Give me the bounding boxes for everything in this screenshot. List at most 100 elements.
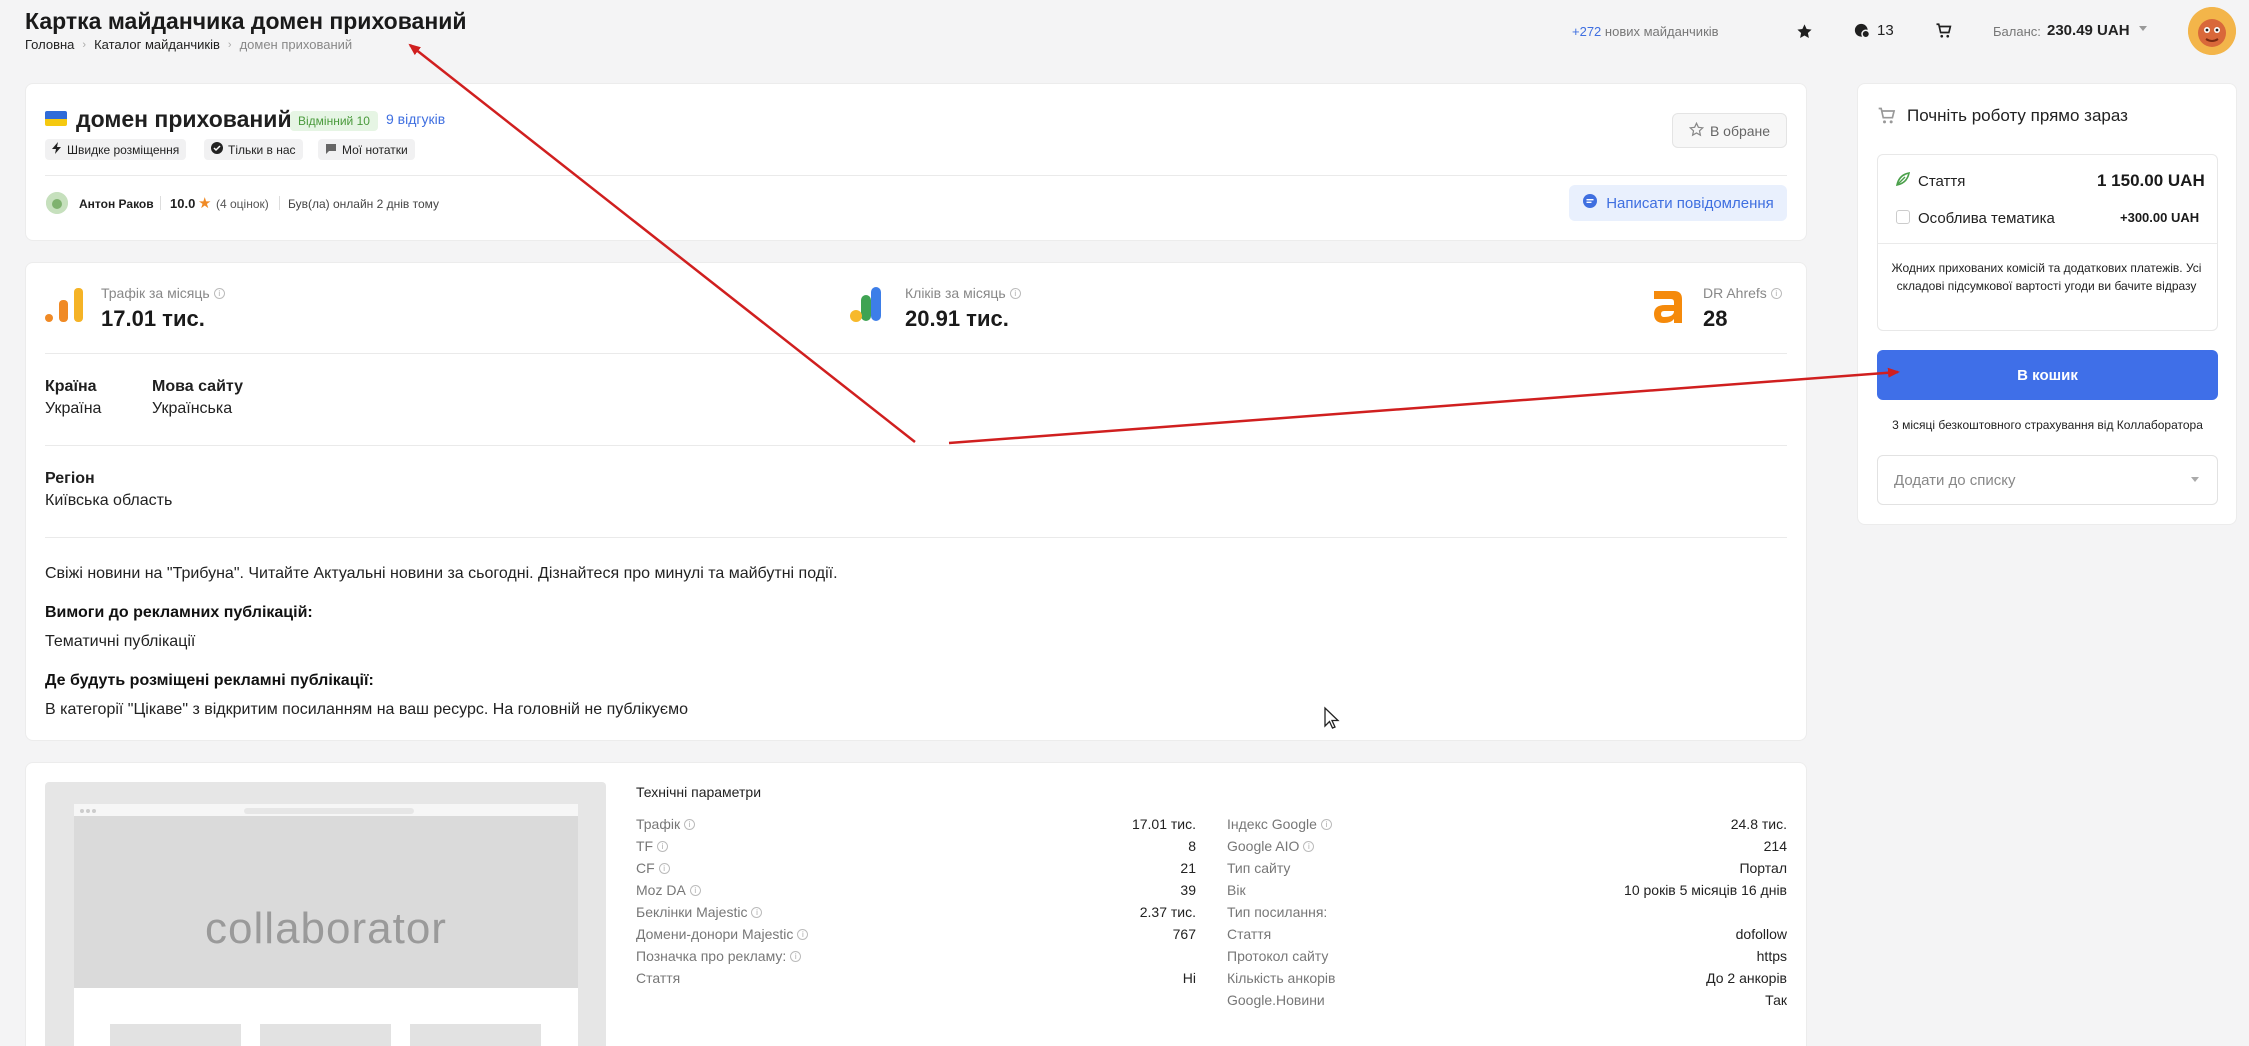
page-title: Картка майданчика домен прихований [25, 8, 467, 34]
dr-label: DR Ahrefs i [1703, 285, 1782, 301]
add-to-favorites-button[interactable]: В обране [1672, 113, 1787, 148]
tag-fast-placement: Швидке розміщення [45, 139, 187, 160]
region-label: Регіон [45, 470, 95, 487]
info-icon[interactable]: i [658, 863, 670, 874]
seller-avatar[interactable] [46, 192, 68, 214]
cart-outline-icon [1877, 106, 1897, 131]
placement-label: Де будуть розміщені рекламні публікації: [45, 672, 374, 689]
tech-row: Тип сайту Портал [1227, 860, 1787, 876]
info-icon[interactable]: i [684, 819, 696, 830]
tech-row: Стаття dofollow [1227, 926, 1787, 942]
tech-params-title: Технічні параметри [636, 784, 762, 800]
star-outline-icon [1688, 121, 1705, 140]
requirements-value: Тематичні публікації [45, 633, 196, 650]
tech-row: Google.Новини Так [1227, 992, 1787, 1008]
tag-my-notes[interactable]: Мої нотатки [318, 139, 415, 160]
seller-score: 10.0 [170, 196, 196, 211]
info-icon[interactable]: i [1009, 288, 1021, 299]
star-icon: ★ [198, 195, 212, 212]
ahrefs-icon [1651, 285, 1685, 330]
special-topic-price: +300.00 UAH [2120, 210, 2200, 225]
traffic-label: Трафік за місяць i [101, 285, 225, 301]
add-to-cart-button[interactable]: В кошик [1877, 350, 2218, 400]
new-sites-count: +272 [1572, 24, 1602, 39]
traffic-value: 17.01 тис. [101, 306, 205, 331]
breadcrumb-home[interactable]: Головна [25, 37, 74, 52]
breadcrumb-current: домен прихований [239, 37, 353, 52]
divider [1878, 243, 2217, 244]
special-topic-checkbox[interactable] [1896, 210, 1910, 224]
article-price: 1 150.00 UAH [2097, 171, 2205, 190]
chevron-down-icon[interactable] [2191, 477, 2199, 482]
ukraine-flag-icon [45, 111, 67, 126]
tech-row: Домени-донори Majestic i 767 [636, 926, 1196, 942]
tech-row: Кількість анкорів До 2 анкорів [1227, 970, 1787, 986]
seller-reviews-count: (4 оцінок) [216, 197, 269, 211]
language-value: Українська [152, 400, 233, 417]
special-topic-label[interactable]: Особлива тематика [1918, 210, 2055, 227]
new-sites-text: нових майданчиків [1604, 24, 1719, 39]
lightning-icon [52, 142, 62, 157]
tech-row: TF i 8 [636, 838, 1196, 854]
info-icon[interactable]: i [689, 885, 701, 896]
tech-row: Індекс Google i 24.8 тис. [1227, 816, 1787, 832]
info-icon[interactable]: i [1303, 841, 1315, 852]
purchase-panel-title: Почніть роботу прямо зараз [1907, 106, 2128, 125]
chevron-down-icon[interactable] [2139, 26, 2147, 31]
tech-row: Вік 10 років 5 місяців 16 днів [1227, 882, 1787, 898]
seller-online-status: Був(ла) онлайн 2 днів тому [288, 197, 440, 211]
info-icon[interactable]: i [213, 288, 225, 299]
tech-row: Позначка про рекламу: i [636, 948, 1196, 964]
google-ads-icon [849, 285, 889, 330]
tech-row: Moz DA i 39 [636, 882, 1196, 898]
site-header-card [25, 83, 1807, 241]
messages-count: 13 [1877, 22, 1894, 39]
site-preview-image: collaborator [45, 782, 606, 1046]
balance-label: Баланс: [1993, 24, 2041, 39]
tech-row: Беклінки Majestic i 2.37 тис. [636, 904, 1196, 920]
info-icon[interactable]: i [657, 841, 669, 852]
tech-row: CF i 21 [636, 860, 1196, 876]
add-to-list-select[interactable]: Додати до списку [1877, 455, 2218, 505]
divider [45, 353, 1787, 354]
divider [160, 196, 161, 210]
article-label: Стаття [1918, 173, 1966, 190]
divider [45, 445, 1787, 446]
divider [45, 537, 1787, 538]
breadcrumb-separator-icon: › [227, 38, 232, 51]
chat-bubble-icon [1582, 193, 1598, 213]
info-icon[interactable]: i [751, 907, 763, 918]
cart-icon[interactable] [1933, 20, 1955, 42]
info-icon[interactable]: i [797, 929, 809, 940]
site-info-card [25, 262, 1807, 741]
insurance-note: 3 місяці безкоштовного страхування від К… [1892, 418, 2203, 432]
breadcrumb-separator-icon: › [82, 38, 87, 51]
info-icon[interactable]: i [790, 951, 802, 962]
info-icon[interactable]: i [1770, 288, 1782, 299]
breadcrumb-catalog[interactable]: Каталог майданчиків [94, 37, 220, 52]
divider [279, 196, 280, 210]
send-message-button[interactable]: Написати повідомлення [1569, 185, 1787, 221]
feather-icon [1895, 171, 1911, 192]
rating-badge: Відмінний 10 [290, 111, 378, 131]
seller-name[interactable]: Антон Раков [79, 197, 154, 211]
tag-exclusive: Тільки в нас [204, 139, 303, 160]
country-label: Країна [45, 378, 97, 395]
note-icon [325, 143, 337, 157]
avatar[interactable] [2188, 7, 2236, 55]
dr-value: 28 [1703, 306, 1728, 331]
traffic-chart-icon [45, 288, 85, 329]
collaborator-logo: collaborator [205, 904, 447, 953]
no-hidden-fees-note: Жодних прихованих комісій та додаткових … [1891, 261, 2202, 293]
new-sites-link[interactable]: +272 нових майданчиків [1572, 24, 1719, 39]
site-description: Свіжі новини на "Трибуна". Читайте Актуа… [45, 565, 838, 582]
favorites-star-icon[interactable] [1793, 20, 1815, 42]
divider [45, 175, 1787, 176]
tech-row: Трафік i 17.01 тис. [636, 816, 1196, 832]
reviews-link[interactable]: 9 відгуків [386, 111, 445, 127]
balance-value[interactable]: 230.49 UAH [2047, 22, 2130, 39]
tech-row: Google AIO i 214 [1227, 838, 1787, 854]
messages-icon[interactable] [1851, 20, 1873, 42]
check-badge-icon [211, 142, 223, 157]
info-icon[interactable]: i [1320, 819, 1332, 830]
